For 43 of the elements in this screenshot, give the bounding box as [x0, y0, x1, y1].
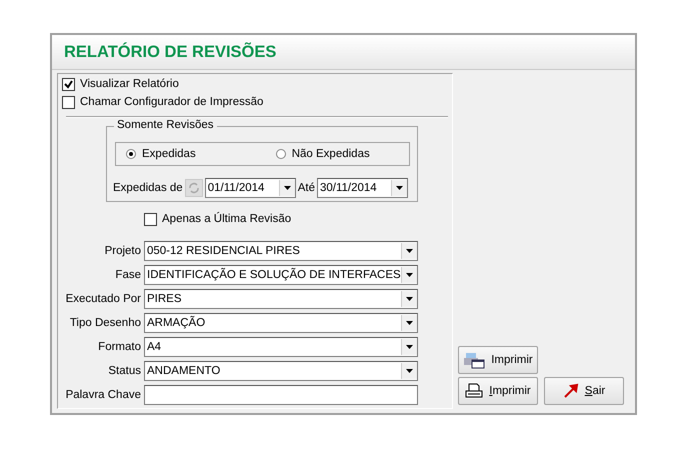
checkbox-label: Chamar Configurador de Impressão: [80, 96, 264, 108]
checkbox-label: Apenas a Última Revisão: [162, 213, 292, 225]
field-label: Formato: [97, 341, 141, 353]
dropdown[interactable]: ARMAÇÃO: [144, 313, 418, 333]
dropdown[interactable]: A4: [144, 337, 418, 357]
checkbox-label: Visualizar Relatório: [80, 78, 179, 90]
caret-icon: [406, 249, 413, 253]
group-title: Somente Revisões: [114, 119, 217, 131]
date-field[interactable]: 01/11/2014: [204, 178, 296, 198]
dropdown[interactable]: PIRES: [144, 289, 418, 309]
field-label: Palavra Chave: [64, 389, 141, 401]
radio-label: Expedidas: [142, 148, 196, 160]
caret-icon: [406, 297, 413, 301]
radio-button[interactable]: [276, 149, 286, 159]
window-title: RELATÓRIO DE REVISÕES: [64, 42, 276, 62]
caret-icon: [396, 186, 403, 190]
print-button[interactable]: Sair: [544, 377, 624, 405]
print-button[interactable]: Imprimir: [458, 346, 538, 374]
field-label: Projeto: [104, 245, 141, 257]
caret-icon: [406, 345, 413, 349]
field-label: Executado Por: [64, 293, 141, 305]
field-label: Expedidas de: [113, 182, 183, 194]
field-label: Até: [298, 182, 315, 194]
dropdown[interactable]: 050-12 RESIDENCIAL PIRES: [144, 241, 418, 261]
field-label: Tipo Desenho: [68, 317, 141, 329]
radio-label: Não Expedidas: [292, 148, 370, 160]
checkbox[interactable]: [62, 96, 75, 108]
print-button[interactable]: Imprimir: [458, 377, 538, 405]
refresh-icon: [188, 182, 200, 194]
arrow-icon: [562, 383, 579, 399]
input-field[interactable]: [144, 385, 418, 405]
dropdown[interactable]: IDENTIFICAÇÃO E SOLUÇÃO DE INTERFACES: [144, 265, 418, 285]
caret-icon: [406, 369, 413, 373]
caret-icon: [284, 186, 291, 190]
radio-button[interactable]: [126, 149, 136, 159]
caret-icon: [406, 321, 413, 325]
dropdown[interactable]: ANDAMENTO: [144, 361, 418, 381]
field-label: Fase: [114, 269, 141, 281]
checkbox[interactable]: [144, 212, 157, 226]
caret-icon: [406, 273, 413, 277]
field-label: Status: [107, 365, 141, 377]
date-field[interactable]: 30/11/2014: [316, 178, 408, 198]
checkbox[interactable]: [62, 78, 75, 90]
